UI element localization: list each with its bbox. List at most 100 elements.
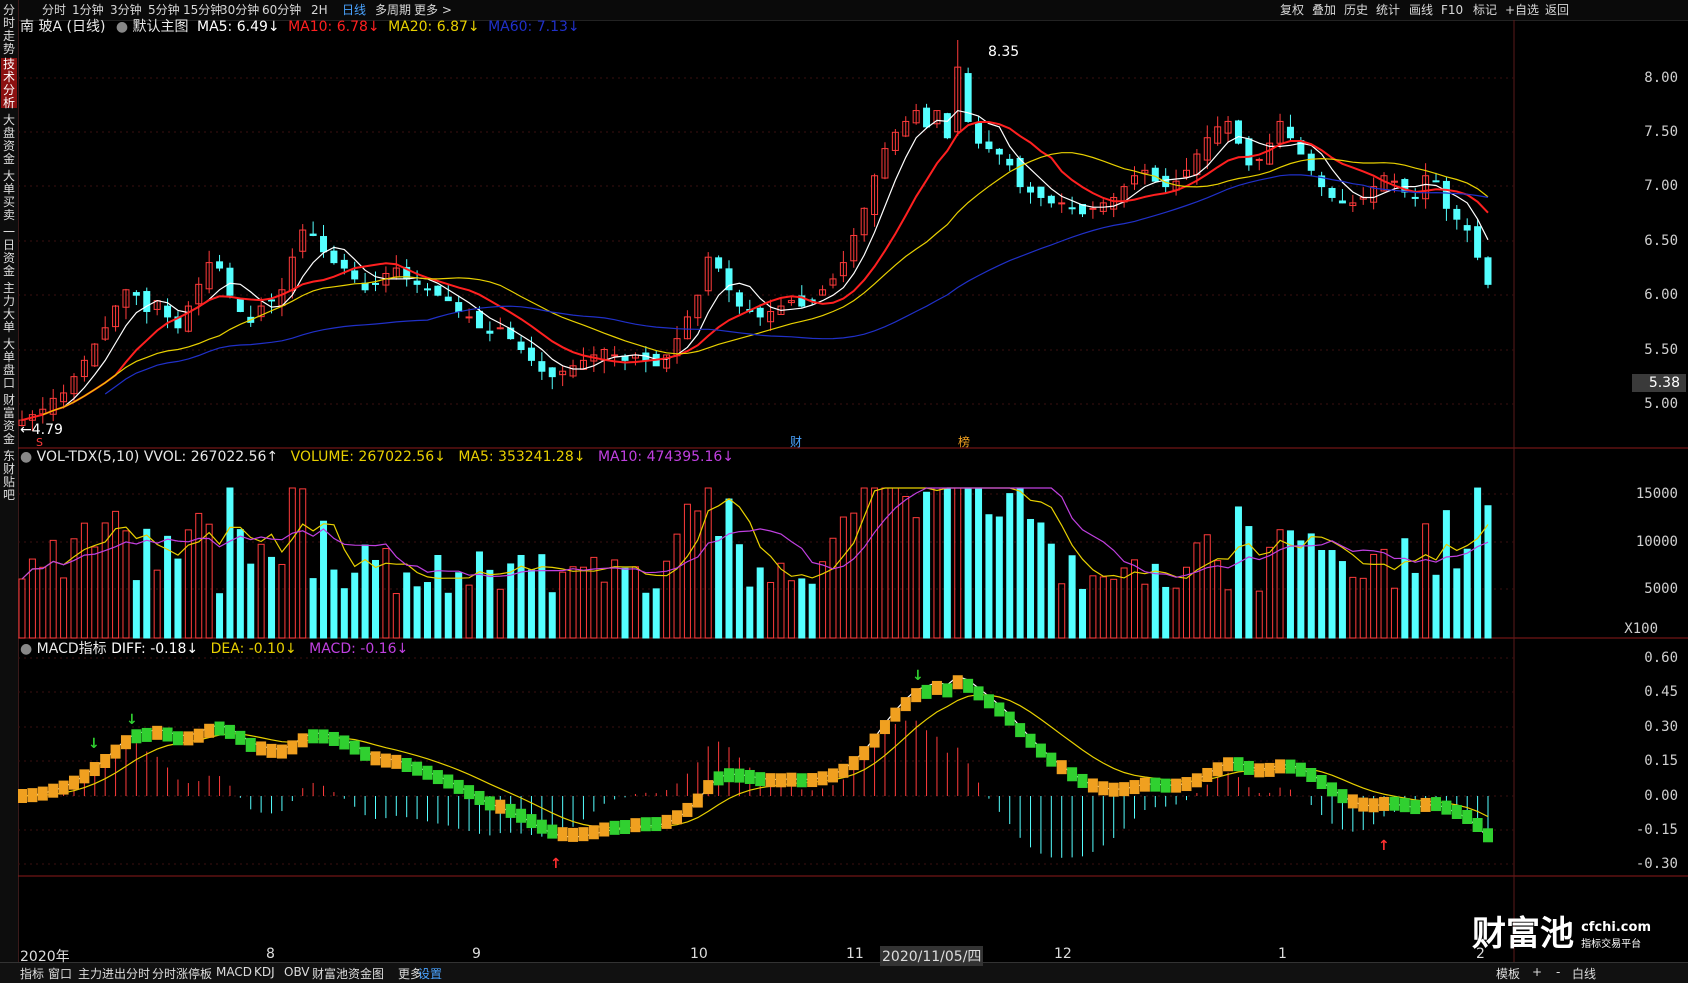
bottom-tab[interactable]: 设置	[418, 965, 442, 982]
volume-bar	[18, 578, 26, 639]
toolbar-button[interactable]: 复权	[1280, 2, 1304, 18]
toolbar-button[interactable]: 标记	[1473, 2, 1497, 18]
period-tab[interactable]: 多周期	[375, 2, 411, 18]
signal-block	[692, 793, 703, 808]
signal-block	[817, 771, 828, 786]
volume-bar	[236, 529, 244, 639]
bottom-tab[interactable]: 分时涨停板	[152, 965, 212, 982]
sidebar-tab[interactable]: 主力大单	[1, 282, 17, 334]
signal-block	[318, 729, 329, 744]
stock-chart[interactable]: 8.35←4.79财 榜S↓↓↑↓↑	[18, 20, 1688, 962]
toolbar-button[interactable]: F10	[1441, 2, 1463, 18]
toolbar-button[interactable]: 叠加	[1312, 2, 1336, 18]
settings-dot-icon[interactable]: ●	[20, 641, 32, 657]
toolbar-button[interactable]: +自选	[1505, 2, 1539, 18]
candle	[538, 361, 546, 372]
bottom-tab[interactable]: 财富池资金图	[312, 965, 384, 982]
volume-bar	[216, 593, 224, 639]
toolbar-button[interactable]: 统计	[1376, 2, 1400, 18]
signal-block	[599, 822, 610, 837]
toolbar-button[interactable]: 历史	[1344, 2, 1368, 18]
signal-block	[1462, 809, 1473, 824]
signal-block	[328, 731, 339, 746]
sidebar-tab[interactable]: 财富资金	[1, 394, 17, 446]
macd-axis-label: 0.00	[1644, 788, 1678, 804]
x-axis-label: 9	[472, 946, 481, 962]
volume-bar	[985, 514, 993, 639]
sidebar-tab[interactable]: 东财贴吧	[1, 450, 17, 502]
volume-bar	[767, 581, 775, 639]
diff-value: DIFF: -0.18↓	[111, 641, 199, 657]
period-tab[interactable]: 日线	[342, 2, 366, 18]
signal-block	[672, 810, 683, 825]
candle	[330, 250, 338, 264]
toolbar-button[interactable]: 画线	[1409, 2, 1433, 18]
period-tab[interactable]: 15分钟	[183, 2, 222, 18]
volume-bar	[413, 586, 421, 639]
sidebar-tab[interactable]: 技术分析	[1, 58, 17, 110]
candle	[496, 327, 504, 330]
price-axis-label: 8.00	[1644, 70, 1678, 86]
volume-bar	[871, 487, 879, 639]
bottom-tab[interactable]: OBV	[284, 965, 310, 979]
volume-bar	[1380, 548, 1388, 639]
signal-block	[360, 746, 371, 761]
volume-bar	[309, 578, 317, 639]
period-tab[interactable]: 5分钟	[148, 2, 180, 18]
sidebar-tab[interactable]: 大单买卖	[1, 170, 17, 222]
period-tab[interactable]: 60分钟	[262, 2, 301, 18]
bottom-tab[interactable]: 主力进出分时	[78, 965, 150, 982]
macd-axis-label: -0.30	[1635, 856, 1678, 872]
sidebar-tab[interactable]: 分时走势	[1, 4, 17, 56]
volume-bar	[1297, 540, 1305, 639]
x-axis-label: 8	[266, 946, 275, 962]
finance-marker: 财	[790, 435, 802, 449]
period-tab[interactable]: 1分钟	[72, 2, 104, 18]
volume-bar	[143, 528, 151, 639]
volume-bar	[80, 522, 88, 639]
period-tab[interactable]: 3分钟	[110, 2, 142, 18]
sidebar-tab[interactable]: 大盘资金	[1, 114, 17, 166]
volume-bar	[923, 491, 931, 639]
period-tab[interactable]: 30分钟	[220, 2, 259, 18]
period-tab[interactable]: 分时	[42, 2, 66, 18]
volume-bar	[881, 487, 889, 639]
bottom-right-button[interactable]: 白线	[1572, 965, 1596, 982]
signal-block	[1389, 796, 1400, 811]
volume-bar	[1359, 577, 1367, 639]
bottom-tab[interactable]: KDJ	[254, 965, 275, 979]
candle	[143, 291, 151, 312]
signal-block	[900, 697, 911, 712]
volume-bar	[673, 533, 681, 639]
candle	[1234, 120, 1242, 144]
bottom-right-button[interactable]: +	[1532, 965, 1542, 979]
signal-block	[214, 721, 225, 736]
candle	[1245, 138, 1253, 166]
bottom-tab[interactable]: MACD	[216, 965, 252, 979]
bottom-right-button[interactable]: 模板	[1496, 965, 1520, 982]
candle	[444, 296, 452, 302]
x-axis-label: 1	[1278, 946, 1287, 962]
volume-axis-label: 10000	[1635, 534, 1678, 550]
signal-block	[68, 775, 79, 790]
signal-block	[651, 817, 662, 832]
sidebar-tab[interactable]: 大单盘口	[1, 338, 17, 390]
period-tab[interactable]: 更多 >	[414, 2, 452, 18]
period-tab[interactable]: 2H	[311, 2, 328, 18]
volume-bar	[1058, 583, 1066, 639]
bottom-right-button[interactable]: -	[1556, 965, 1560, 979]
candle	[1411, 196, 1419, 199]
signal-arrow-icon: ↓	[126, 712, 138, 728]
bottom-tab[interactable]: 窗口	[48, 965, 72, 982]
candle	[1068, 207, 1076, 210]
vol-ma5-value: MA5: 353241.28↓	[458, 449, 586, 465]
signal-block	[276, 744, 287, 759]
toolbar-button[interactable]: 返回	[1545, 2, 1569, 18]
volume-bar	[663, 560, 671, 639]
bottom-toolbar: 指标 窗口 主力进出分时 分时涨停板 MACD KDJ OBV 财富池资金图 更多 设置 模板 + - 白…	[0, 962, 1688, 983]
bottom-tab[interactable]: 指标	[20, 965, 44, 982]
sidebar-tab[interactable]: 一日资金	[1, 226, 17, 278]
signal-block	[401, 758, 412, 773]
settings-dot-icon[interactable]: ●	[20, 449, 32, 465]
volume-bar	[995, 516, 1003, 639]
